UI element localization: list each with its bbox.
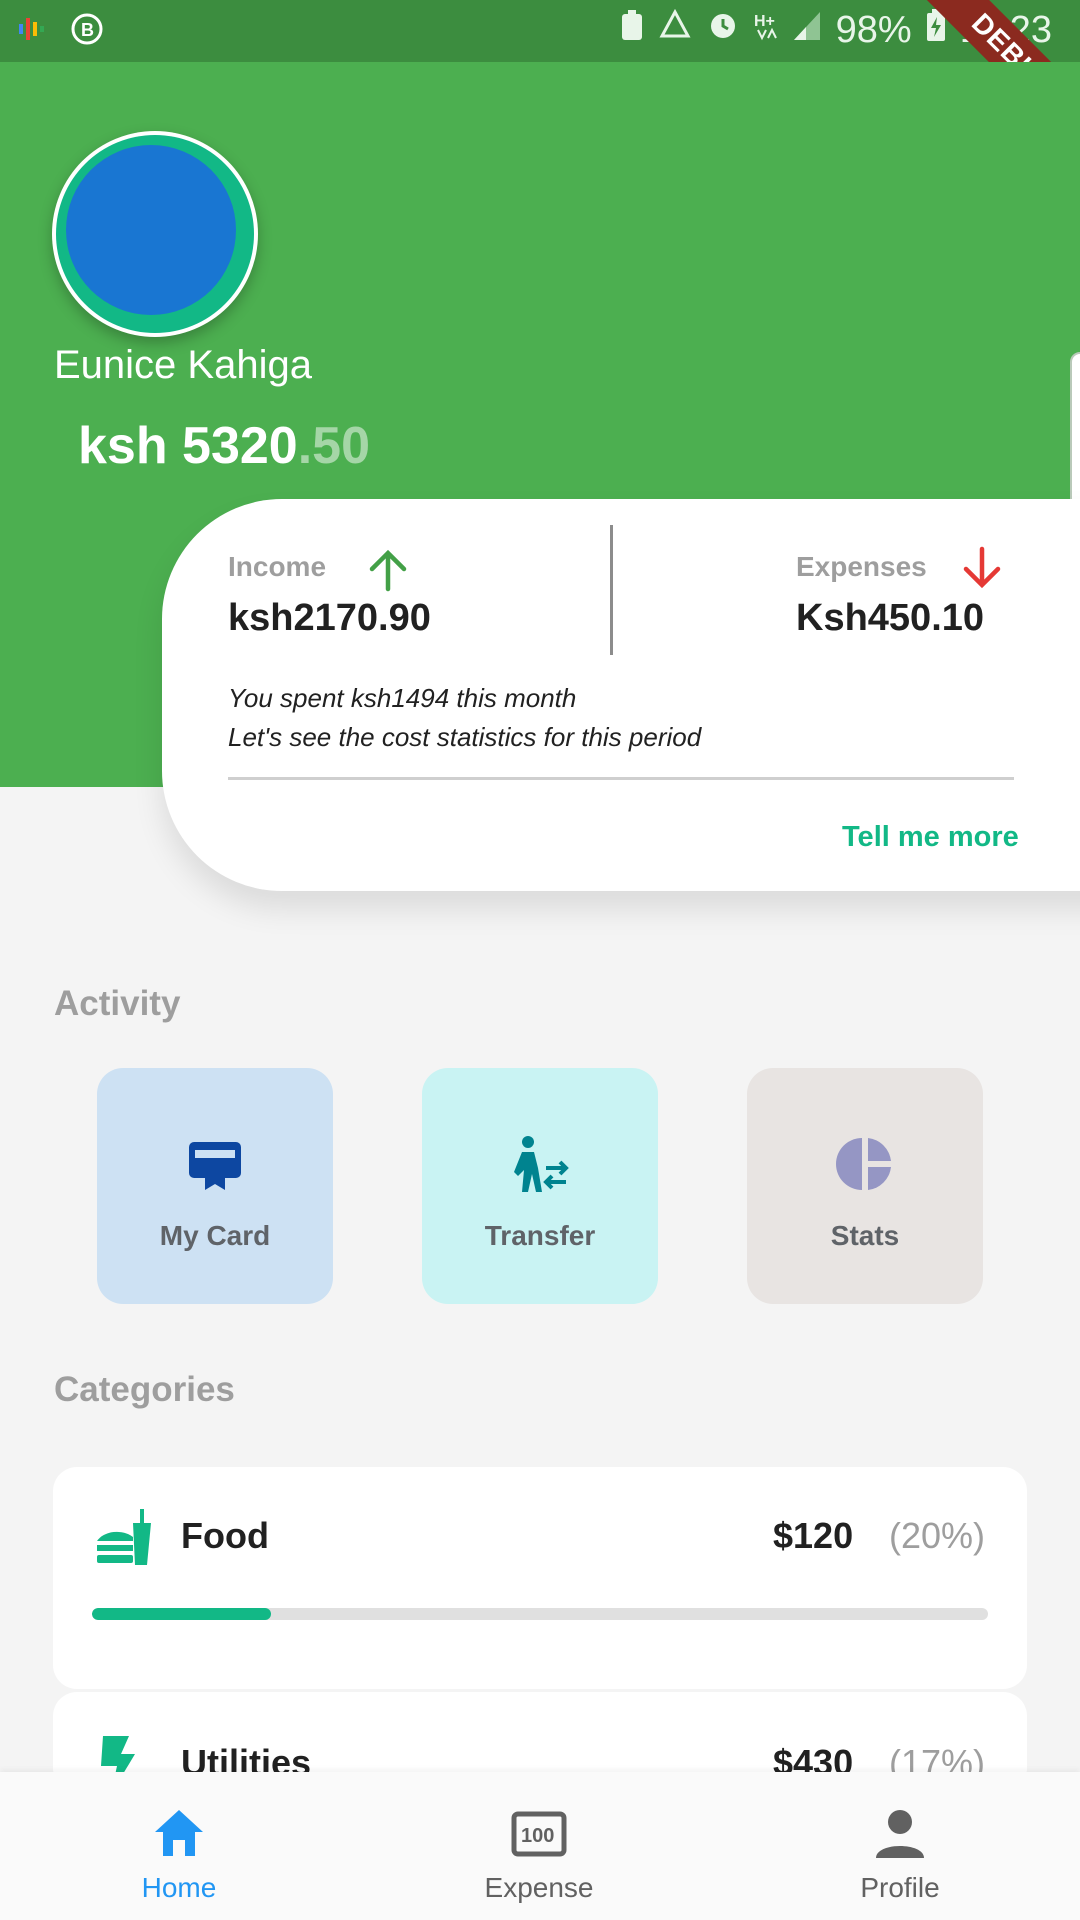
summary-separator [228,777,1014,780]
nav-home-label: Home [141,1872,217,1903]
nav-expense-label: Expense [484,1872,594,1903]
alarm-icon [706,8,740,52]
fastfood-icon [93,1507,153,1572]
card-icon [185,1134,245,1194]
arrow-down-icon [958,545,1006,598]
expenses-value: Ksh450.10 [796,597,985,639]
income-label: Income [228,551,327,582]
summary-divider [610,525,613,655]
svg-text:100: 100 [521,1825,554,1847]
category-name: Food [181,1515,269,1556]
income-value: ksh2170.90 [228,597,431,639]
user-name: Eunice Kahiga [54,343,312,387]
account-balance: ksh 5320.50 [78,416,370,476]
summary-card: Income ksh2170.90 Expenses Ksh450.10 You… [162,499,1080,891]
stats-tile[interactable]: Stats [747,1068,983,1304]
business-icon: B [70,12,104,51]
pie-chart-icon [835,1134,895,1194]
status-left-icons: B [14,12,104,51]
bottom-navigation: Home 100 Expense Profile [0,1772,1080,1920]
transfer-tile[interactable]: Transfer [422,1068,658,1304]
expenses-label: Expenses [796,551,927,582]
status-bar: B H+ 98% 11:23 DEBUG [0,0,1080,164]
avatar[interactable] [52,131,258,337]
expense-icon: 100 [511,1806,567,1862]
nav-expense[interactable]: 100 Expense [439,1772,639,1920]
avatar-image [66,145,236,315]
svg-text:B: B [81,20,94,40]
categories-title: Categories [54,1370,235,1409]
home-icon [151,1806,207,1862]
transfer-label: Transfer [484,1220,596,1251]
category-progress-fill [92,1608,272,1620]
transfer-icon [510,1134,570,1194]
battery-percent: 98% [835,8,912,51]
nav-profile[interactable]: Profile [800,1772,1000,1920]
nav-profile-label: Profile [860,1872,940,1903]
arrow-up-icon [364,545,412,598]
category-amount: $120 [773,1515,854,1556]
activity-title: Activity [54,984,181,1023]
recycle-icon [658,8,692,52]
category-progress-bar [92,1608,988,1620]
my-card-label: My Card [159,1220,271,1251]
balance-main: ksh 5320 [78,417,298,475]
tell-me-more-button[interactable]: Tell me more [842,821,1019,854]
assistant-icon [14,12,48,51]
battery-saver-icon [620,8,644,52]
balance-decimal: .50 [297,417,371,475]
category-percent: (20%) [889,1515,986,1556]
nav-home[interactable]: Home [79,1772,279,1920]
network-hplus-icon: H+ [754,8,778,52]
my-card-tile[interactable]: My Card [97,1068,333,1304]
person-icon [872,1806,928,1862]
spending-note: You spent ksh1494 this month [228,683,577,713]
category-card-food[interactable]: Food $120 (20%) [53,1467,1027,1689]
stats-label: Stats [830,1220,900,1251]
svg-text:H+: H+ [754,13,775,30]
statistics-note: Let's see the cost statistics for this p… [228,722,702,752]
signal-icon [792,8,822,52]
